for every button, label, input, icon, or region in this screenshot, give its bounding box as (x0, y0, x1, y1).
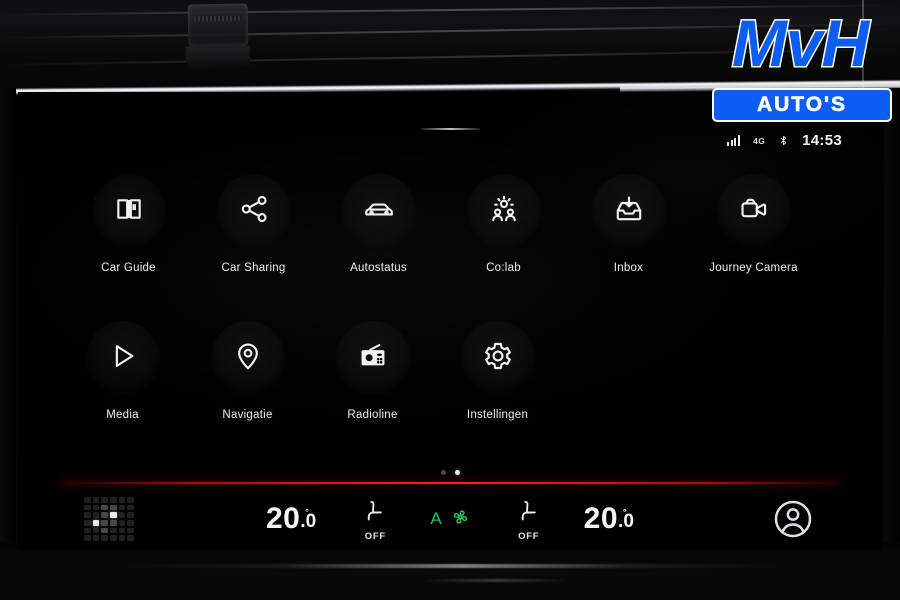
app-icon-disc (460, 321, 535, 395)
dealer-tagline-bar: AUTO'S (712, 88, 892, 122)
screen-drag-handle[interactable] (420, 128, 480, 130)
right-temperature[interactable]: 20.0 ° (584, 502, 638, 536)
app-row-2: Media Navigatie Radioline Instellingen (18, 321, 882, 421)
bluetooth-icon (778, 134, 789, 147)
left-seat-state: OFF (364, 530, 386, 542)
right-temp-whole: 20 (583, 502, 619, 535)
app-car-guide[interactable]: Car Guide (66, 174, 191, 274)
book-icon (113, 193, 145, 230)
left-temp-degree: ° (305, 507, 310, 517)
climate-bar: 20.0 ° OFF A OFF 20.0 ° (18, 488, 882, 550)
right-seat-state: OFF (518, 530, 540, 542)
app-label: Radioline (347, 409, 398, 421)
app-label: Autostatus (350, 262, 407, 274)
user-avatar-icon[interactable] (770, 496, 816, 542)
dashboard-vent-block (187, 3, 249, 47)
gear-icon (482, 340, 514, 377)
right-seat-heater-button[interactable]: OFF (516, 497, 542, 542)
app-icon-disc (335, 321, 410, 395)
seat-icon (362, 497, 388, 530)
app-radioline[interactable]: Radioline (310, 321, 435, 421)
video-camera-icon (738, 193, 770, 230)
share-icon (238, 193, 270, 230)
climate-bar-accent-line (60, 482, 842, 484)
dot-grid-icon[interactable] (84, 497, 134, 541)
right-temp-degree: ° (622, 507, 628, 517)
status-bar: 4G 14:53 (726, 132, 842, 149)
app-car-sharing[interactable]: Car Sharing (191, 174, 316, 274)
map-pin-icon (232, 340, 264, 377)
radio-icon (357, 340, 389, 377)
app-label: Journey Camera (709, 262, 798, 274)
play-icon (107, 340, 139, 377)
screen-bezel-left (0, 88, 16, 560)
app-label: Media (106, 409, 139, 421)
app-label: Car Guide (101, 262, 156, 274)
screen-bezel-bottom (0, 542, 900, 600)
app-navigatie[interactable]: Navigatie (185, 321, 310, 421)
fan-icon (447, 505, 474, 534)
app-icon-disc (341, 174, 416, 248)
app-instellingen[interactable]: Instellingen (435, 321, 560, 421)
car-icon (363, 193, 395, 230)
bezel-gloss-secondary (420, 579, 570, 582)
people-lightbulb-icon (488, 193, 520, 230)
app-icon-disc (466, 174, 541, 248)
dealer-brand-name: MvH (730, 5, 870, 82)
app-icon-disc (210, 321, 285, 395)
app-inbox[interactable]: Inbox (566, 174, 691, 274)
dealer-watermark: MvH AUTO'S (704, 4, 896, 122)
app-icon-disc (216, 174, 291, 248)
bezel-gloss (120, 564, 780, 568)
infotainment-screen[interactable]: 4G 14:53 Car Guide Car Sharing Autostatu… (18, 92, 882, 550)
app-grid: Car Guide Car Sharing Autostatus Co:lab … (18, 174, 882, 421)
app-icon-disc (91, 174, 166, 248)
page-dot[interactable] (440, 470, 446, 475)
clock-label: 14:53 (802, 132, 842, 149)
dashboard-vent-tab (185, 45, 251, 69)
left-seat-heater-button[interactable]: OFF (362, 497, 388, 542)
app-label: Inbox (613, 262, 644, 274)
page-indicator[interactable] (18, 470, 882, 475)
app-label: Instellingen (466, 409, 529, 421)
page-dot-active[interactable] (454, 470, 460, 475)
climate-controls: 20.0 ° OFF A OFF 20.0 ° (134, 497, 770, 542)
app-colab[interactable]: Co:lab (441, 174, 566, 274)
app-media[interactable]: Media (60, 321, 185, 421)
left-temperature[interactable]: 20.0 ° (266, 502, 320, 536)
dealer-tagline: AUTO'S (756, 93, 848, 117)
left-temp-whole: 20 (265, 502, 301, 535)
auto-climate-button[interactable]: A (430, 505, 473, 534)
signal-bars-icon (726, 135, 741, 146)
app-row-1: Car Guide Car Sharing Autostatus Co:lab … (18, 174, 882, 274)
app-label: Co:lab (486, 262, 521, 274)
app-journey-camera[interactable]: Journey Camera (691, 174, 816, 274)
inbox-tray-icon (613, 193, 645, 230)
app-icon-disc (716, 174, 791, 248)
screen-bezel-right (884, 88, 900, 560)
app-label: Navigatie (222, 409, 273, 421)
auto-climate-letter: A (430, 509, 442, 528)
app-icon-disc (591, 174, 666, 248)
app-autostatus[interactable]: Autostatus (316, 174, 441, 274)
app-label: Car Sharing (221, 262, 286, 274)
seat-icon (516, 497, 542, 530)
app-icon-disc (85, 321, 160, 395)
network-type-label: 4G (753, 135, 766, 146)
